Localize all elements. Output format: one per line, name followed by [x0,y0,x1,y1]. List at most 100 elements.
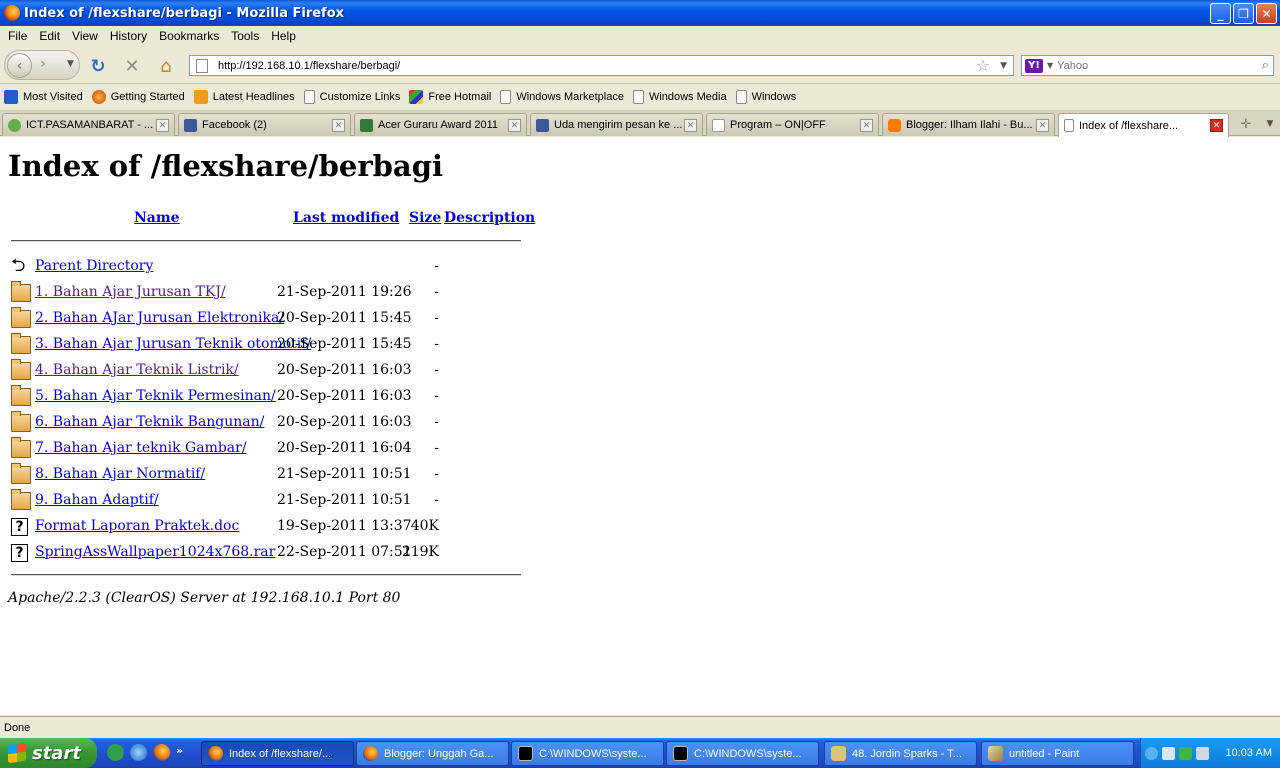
column-header-last-modified[interactable]: Last modified [293,210,399,226]
volume-icon[interactable] [1196,746,1209,760]
back-arrow-icon[interactable]: ‹ [7,53,32,78]
taskbar-item-firefox[interactable]: Index of /flexshare/... [201,741,354,766]
bookmark-most-visited[interactable]: Most Visited [4,90,83,104]
quick-launch-more-icon[interactable]: » [176,744,183,761]
folder-icon [11,411,31,432]
menu-history[interactable]: History [104,29,153,43]
close-tab-icon[interactable]: ✕ [1210,119,1223,132]
reload-icon[interactable]: ↻ [87,55,109,77]
row-date: 20-Sep-2011 15:45 [277,336,412,352]
unknown-file-icon: ? [11,518,28,536]
bookmark-free-hotmail[interactable]: Free Hotmail [409,90,491,104]
tab-program-onoff[interactable]: Program – ON|OFF ✕ [706,113,879,136]
bookmark-latest-headlines[interactable]: Latest Headlines [193,90,295,104]
folder-link[interactable]: 1. Bahan Ajar Jurusan TKJ/ [35,284,226,300]
internet-explorer-icon[interactable] [130,744,147,761]
close-tab-icon[interactable]: ✕ [156,118,169,132]
url-field[interactable]: http://192.168.10.1/flexshare/berbagi/ [218,60,976,72]
tab-facebook[interactable]: Facebook (2) ✕ [178,113,351,136]
tab-blogger[interactable]: Blogger: Ilham Ilahi - Bu... ✕ [882,113,1055,136]
table-row: 3. Bahan Ajar Jurusan Teknik otomotif/ 2… [0,333,600,356]
tab-list-dropdown-icon[interactable]: ▼ [1262,114,1278,134]
bookmark-getting-started[interactable]: Getting Started [91,90,185,104]
table-row: 8. Bahan Ajar Normatif/ 21-Sep-2011 10:5… [0,463,600,486]
taskbar-item-media[interactable]: 48. Jordin Sparks - T... [824,741,977,766]
footer-divider [11,574,521,576]
address-bar[interactable]: http://192.168.10.1/flexshare/berbagi/ ☆… [189,55,1014,76]
table-row: ? Format Laporan Praktek.doc 19-Sep-2011… [0,516,600,538]
minimize-button[interactable]: _ [1210,3,1231,24]
window-title: Index of /flexshare/berbagi - Mozilla Fi… [24,5,345,21]
folder-link[interactable]: 9. Bahan Adaptif/ [35,492,159,508]
messenger-icon[interactable] [107,744,124,761]
taskbar-item-paint[interactable]: untitled - Paint [981,741,1134,766]
bookmark-windows-media[interactable]: Windows Media [632,90,727,104]
url-dropdown-icon[interactable]: ▼ [1000,61,1007,71]
show-hidden-icons-icon[interactable] [1145,746,1158,760]
close-tab-icon[interactable]: ✕ [332,118,345,132]
tab-index-flexshare[interactable]: Index of /flexshare... ✕ [1058,113,1229,137]
menu-edit[interactable]: Edit [33,29,66,43]
folder-link[interactable]: 6. Bahan Ajar Teknik Bangunan/ [35,414,264,430]
clock[interactable]: 10:03 AM [1226,747,1272,759]
folder-link[interactable]: 2. Bahan AJar Jurusan Elektronika/ [35,310,284,326]
close-tab-icon[interactable]: ✕ [1036,118,1049,132]
home-icon[interactable]: ⌂ [155,55,177,77]
bookmark-customize-links[interactable]: Customize Links [303,90,400,104]
taskbar-item-blogger[interactable]: Blogger: Unggah Ga... [356,741,509,766]
folder-link[interactable]: 8. Bahan Ajar Normatif/ [35,466,205,482]
taskbar-item-cmd-1[interactable]: C:\WINDOWS\syste... [511,741,664,766]
tab-acer-guraru[interactable]: Acer Guraru Award 2011 ✕ [354,113,527,136]
file-link[interactable]: SpringAssWallpaper1024x768.rar [35,544,275,560]
new-tab-icon[interactable]: ✛ [1235,114,1257,134]
stop-icon[interactable]: ✕ [121,55,143,77]
acer-icon [360,118,373,132]
parent-directory-link[interactable]: Parent Directory [35,258,153,274]
menu-help[interactable]: Help [265,29,302,43]
search-icon[interactable]: ⌕ [1262,58,1269,73]
column-header-description[interactable]: Description [444,210,535,226]
security-alert-icon[interactable] [1179,746,1192,760]
menu-bookmarks[interactable]: Bookmarks [153,29,225,43]
row-size: - [434,388,439,404]
column-header-name[interactable]: Name [134,210,180,226]
yahoo-icon[interactable]: Y! [1025,58,1043,73]
bookmark-star-icon[interactable]: ☆ [976,56,990,75]
close-tab-icon[interactable]: ✕ [684,118,697,132]
close-tab-icon[interactable]: ✕ [508,118,521,132]
menu-view[interactable]: View [66,29,104,43]
bookmark-windows[interactable]: Windows [735,90,796,104]
tab-ict-pasamanbarat[interactable]: ICT.PASAMANBARAT - ... ✕ [2,113,175,136]
bookmark-windows-marketplace[interactable]: Windows Marketplace [500,90,624,104]
file-link[interactable]: Format Laporan Praktek.doc [35,518,239,534]
search-input[interactable] [1057,59,1262,72]
folder-icon [11,437,31,458]
onoff-site-icon [712,118,725,132]
menu-file[interactable]: File [2,29,33,43]
history-dropdown-icon[interactable]: ▼ [67,59,74,69]
menu-tools[interactable]: Tools [225,29,265,43]
column-header-size[interactable]: Size [409,210,441,226]
close-tab-icon[interactable]: ✕ [860,118,873,132]
firefox-icon[interactable] [153,744,170,761]
folder-link[interactable]: 5. Bahan Ajar Teknik Permesinan/ [35,388,276,404]
maximize-button[interactable]: ❐ [1233,3,1254,24]
folder-link[interactable]: 4. Bahan Ajar Teknik Listrik/ [35,362,239,378]
search-engine-dropdown-icon[interactable]: ▼ [1047,61,1053,70]
folder-link[interactable]: 7. Bahan Ajar teknik Gambar/ [35,440,247,456]
start-button[interactable]: start [0,738,97,768]
most-visited-icon [4,90,18,104]
facebook-icon [536,118,549,132]
row-date: 20-Sep-2011 16:03 [277,388,412,404]
folder-link[interactable]: 3. Bahan Ajar Jurusan Teknik otomotif/ [35,336,311,352]
tab-label: Program – ON|OFF [730,119,826,131]
taskbar-item-cmd-2[interactable]: C:\WINDOWS\syste... [666,741,819,766]
tab-uda-mengirim[interactable]: Uda mengirim pesan ke ... ✕ [530,113,703,136]
back-arrow-icon: ⮌ [11,255,26,276]
folder-icon [11,281,31,302]
forward-arrow-icon[interactable]: › [40,56,46,72]
bookmarks-toolbar: Most Visited Getting Started Latest Head… [0,86,1280,108]
unknown-file-icon: ? [11,544,28,562]
network-icon[interactable] [1162,746,1175,760]
close-window-button[interactable]: ✕ [1256,3,1277,24]
